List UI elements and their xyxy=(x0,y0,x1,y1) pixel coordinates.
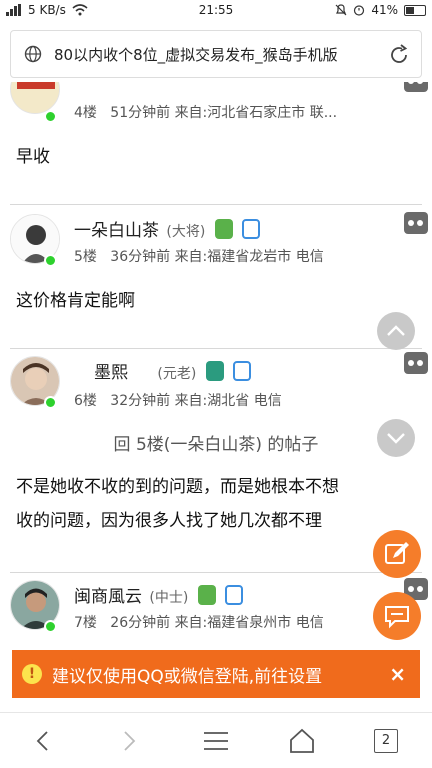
avatar-image xyxy=(11,82,59,113)
floor-number: 4楼 xyxy=(74,105,97,121)
user-rank: (中士) xyxy=(149,590,189,606)
post-meta: 4楼 51分钟前 来自:河北省石家庄市 联... xyxy=(74,102,337,122)
online-indicator xyxy=(44,254,57,267)
post-time: 26分钟前 xyxy=(110,615,171,631)
user-rank: (元老) xyxy=(157,366,197,382)
scroll-up-button[interactable] xyxy=(377,312,415,350)
reply-quote[interactable]: 回 5楼(一朵白山茶) 的帖子 xyxy=(0,430,432,455)
bottom-nav: 2 xyxy=(0,712,432,768)
post-meta: 5楼 36分钟前 来自:福建省龙岩市 电信 xyxy=(74,246,324,266)
login-notice-banner[interactable]: ! 建议仅使用QQ或微信登陆,前往设置 × xyxy=(12,650,420,698)
post-divider xyxy=(10,572,422,573)
post-time: 36分钟前 xyxy=(110,249,171,265)
chevron-up-icon xyxy=(387,325,405,336)
user-badge-icon xyxy=(225,585,244,605)
user-badge-icon xyxy=(233,361,252,381)
close-icon[interactable]: × xyxy=(389,662,406,686)
post-body: 不是她收不收的到的问题，而是她根本不想 收的问题，因为很多人找了她几次都不理 xyxy=(16,470,416,538)
username-row: 墨熙 (元老) xyxy=(94,358,252,383)
post-meta: 7楼 26分钟前 来自:福建省泉州市 电信 xyxy=(74,612,324,632)
post-meta: 6楼 32分钟前 来自:湖北省 电信 xyxy=(74,390,282,410)
leaf-badge-icon xyxy=(205,361,224,381)
alarm-icon xyxy=(354,5,365,16)
page-title[interactable]: 80以内收个8位_虚拟交易发布_猴岛手机版 xyxy=(54,44,374,65)
status-bar: 5 KB/s 21:55 41% xyxy=(0,0,432,22)
back-icon[interactable] xyxy=(28,727,58,755)
battery-percent: 41% xyxy=(371,3,398,17)
username[interactable]: 一朵白山茶 xyxy=(74,221,159,241)
floor-number: 6楼 xyxy=(74,393,97,409)
post-body: 这价格肯定能啊 xyxy=(16,284,416,318)
leaf-badge-icon xyxy=(197,585,216,605)
post-body-line: 收的问题，因为很多人找了她几次都不理 xyxy=(16,511,322,531)
url-bar[interactable]: 80以内收个8位_虚拟交易发布_猴岛手机版 xyxy=(10,30,422,78)
post-time: 32分钟前 xyxy=(110,393,171,409)
scroll-down-button[interactable] xyxy=(377,419,415,457)
tabs-button[interactable]: 2 xyxy=(374,729,398,753)
chevron-down-icon xyxy=(387,433,405,444)
post-divider xyxy=(10,348,422,349)
username[interactable]: 墨熙 xyxy=(94,363,128,383)
floor-number: 5楼 xyxy=(74,249,97,265)
post-divider xyxy=(10,204,422,205)
comment-icon xyxy=(385,606,409,629)
battery-icon xyxy=(404,4,426,16)
post-source: 来自:河北省石家庄市 联... xyxy=(174,105,338,121)
compose-button[interactable] xyxy=(373,530,421,578)
forward-icon[interactable] xyxy=(114,727,144,755)
post-body-line: 不是她收不收的到的问题，而是她根本不想 xyxy=(16,477,339,497)
thread-content[interactable]: 4楼 51分钟前 来自:河北省石家庄市 联... 早收 一朵白山茶 (大将) 5… xyxy=(0,82,432,710)
post-menu-button[interactable] xyxy=(404,352,428,374)
globe-icon xyxy=(24,45,42,63)
post-menu-button[interactable] xyxy=(404,212,428,234)
post-menu-button[interactable] xyxy=(404,82,428,92)
post-body-line: 早收 xyxy=(16,147,50,167)
home-icon[interactable] xyxy=(287,727,317,755)
username-row: 一朵白山茶 (大将) xyxy=(74,216,261,241)
post-body: 早收 xyxy=(16,140,416,174)
menu-icon[interactable] xyxy=(201,727,231,755)
mute-icon xyxy=(335,4,347,16)
post-source: 来自:福建省龙岩市 电信 xyxy=(174,249,324,265)
post-source: 来自:湖北省 电信 xyxy=(174,393,282,409)
edit-icon xyxy=(385,542,409,564)
status-right: 41% xyxy=(335,3,426,17)
post-source: 来自:福建省泉州市 电信 xyxy=(174,615,324,631)
floor-number: 7楼 xyxy=(74,615,97,631)
post-body-line: 这价格肯定能啊 xyxy=(16,291,135,311)
username[interactable]: 闽商風云 xyxy=(74,587,142,607)
notice-text[interactable]: 建议仅使用QQ或微信登陆,前往设置 xyxy=(52,662,322,687)
warning-icon: ! xyxy=(22,664,42,684)
online-indicator xyxy=(44,396,57,409)
online-indicator xyxy=(44,620,57,633)
post-time: 51分钟前 xyxy=(110,105,171,121)
online-indicator xyxy=(44,110,57,123)
leaf-badge-icon xyxy=(214,219,233,239)
username-row: 闽商風云 (中士) xyxy=(74,582,244,607)
reload-icon[interactable] xyxy=(387,43,411,67)
comment-button[interactable] xyxy=(373,592,421,640)
user-badge-icon xyxy=(242,219,261,239)
user-rank: (大将) xyxy=(166,224,206,240)
avatar[interactable] xyxy=(10,82,60,114)
